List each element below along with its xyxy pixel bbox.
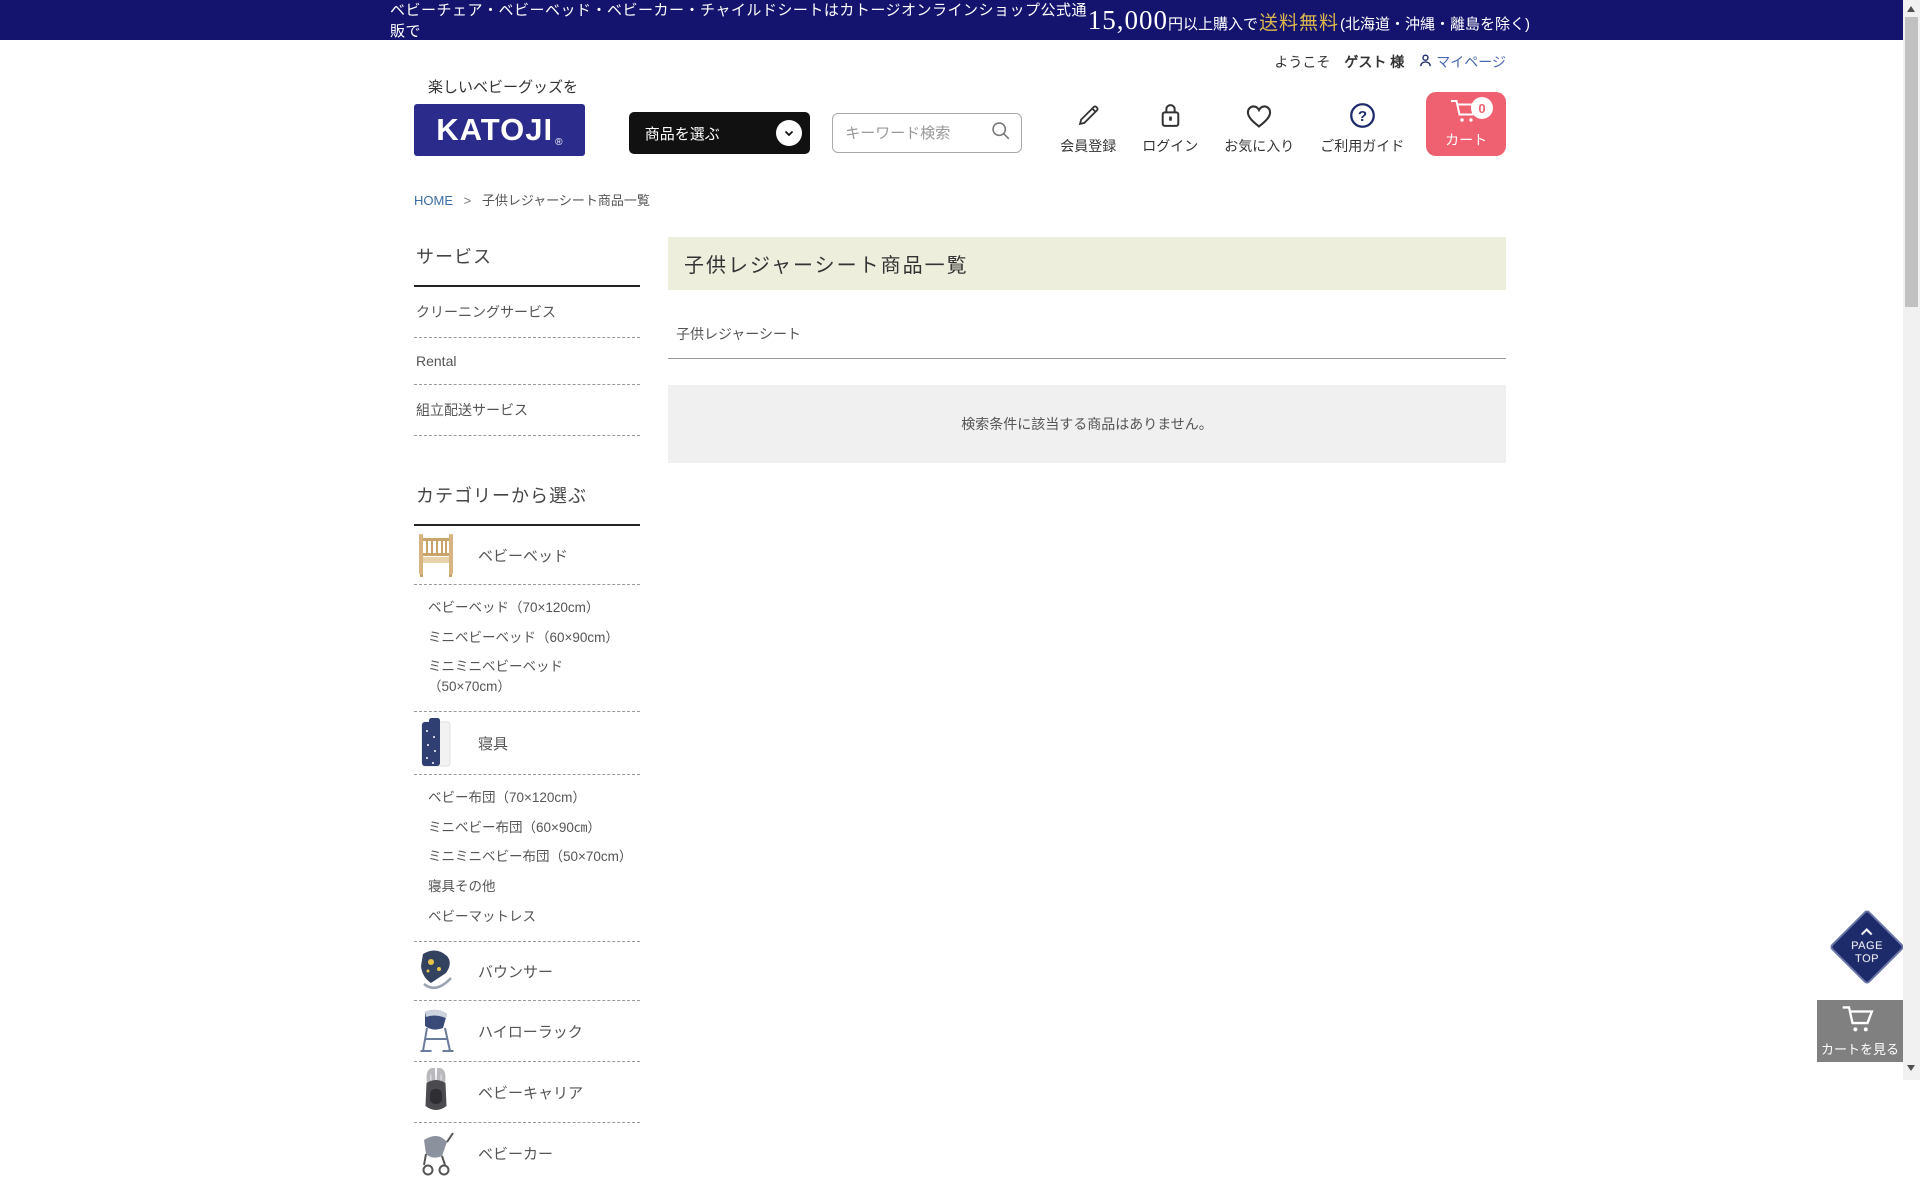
guide-button[interactable]: ? ご利用ガイド — [1320, 102, 1404, 156]
katoji-logo[interactable]: KATOJI ® — [414, 104, 585, 156]
breadcrumb-separator: > — [464, 193, 472, 208]
baby-carrier-image — [416, 1068, 456, 1116]
scroll-down-arrow-icon[interactable] — [1907, 1065, 1915, 1071]
scroll-up-arrow-icon[interactable] — [1907, 6, 1915, 12]
promo-note: (北海道・沖縄・離島を除く) — [1340, 13, 1530, 34]
promo-bar: ベビーチェア・ベビーベッド・ベビーカー・チャイルドシートはカトージオンラインショ… — [0, 0, 1920, 40]
promo-bar-message: ベビーチェア・ベビーベッド・ベビーカー・チャイルドシートはカトージオンラインショ… — [390, 0, 1088, 41]
page-top-button[interactable]: PAGE TOP — [1829, 909, 1905, 985]
logo-text: KATOJI — [436, 112, 553, 148]
favorites-button[interactable]: お気に入り — [1224, 103, 1294, 156]
promo-amount: 15,000 — [1088, 5, 1168, 36]
sidebar-category-bedding[interactable]: 寝具 — [414, 712, 640, 775]
cart-count-badge: 0 — [1471, 97, 1493, 119]
page-title: 子供レジャーシート商品一覧 — [668, 237, 1506, 290]
page-top-label-2: TOP — [1855, 954, 1879, 967]
sidebar-item-rental[interactable]: Rental — [414, 338, 640, 385]
chevron-down-icon — [776, 120, 802, 146]
guide-label: ご利用ガイド — [1320, 136, 1404, 156]
search-icon[interactable] — [990, 120, 1011, 146]
scrollbar-thumb[interactable] — [1905, 17, 1918, 307]
bouncer-image — [416, 948, 456, 994]
login-button[interactable]: ログイン — [1142, 102, 1198, 156]
svg-text:?: ? — [1358, 108, 1367, 125]
welcome-text: ようこそ — [1274, 52, 1330, 72]
sidebar: サービス クリーニングサービス Rental 組立配送サービス カテゴリーから選… — [414, 237, 640, 1183]
guest-name: ゲスト 様 — [1344, 52, 1404, 72]
futon-image — [416, 718, 456, 768]
chevron-up-icon — [1860, 927, 1873, 940]
sidebar-category-baby-bed[interactable]: ベビーベッド — [414, 526, 640, 585]
crib-image — [416, 532, 456, 578]
favorites-label: お気に入り — [1224, 136, 1294, 156]
category-heading: カテゴリーから選ぶ — [414, 476, 640, 526]
header-nav: 会員登録 ログイン お気に入り — [1060, 102, 1404, 156]
search-input[interactable] — [843, 124, 990, 143]
register-button[interactable]: 会員登録 — [1060, 102, 1116, 156]
registered-mark: ® — [555, 137, 562, 148]
category-label: ベビーカー — [478, 1143, 553, 1164]
sidebar-item-baby-futon-70x120[interactable]: ベビー布団（70×120cm） — [426, 783, 640, 813]
tagline: 楽しいベビーグッズを — [428, 76, 585, 97]
category-label: バウンサー — [478, 961, 553, 982]
cart-button[interactable]: カート 0 — [1426, 92, 1506, 156]
free-shipping-highlight: 送料無料 — [1259, 8, 1339, 35]
lock-icon — [1158, 102, 1183, 129]
category-label: 寝具 — [478, 733, 508, 754]
main-content: 子供レジャーシート商品一覧 子供レジャーシート 検索条件に該当する商品はありませ… — [668, 237, 1506, 463]
sidebar-item-cleaning-service[interactable]: クリーニングサービス — [414, 287, 640, 338]
pencil-icon — [1075, 102, 1102, 129]
sidebar-category-highlow-rack[interactable]: ハイローラック — [414, 1001, 640, 1062]
mypage-label: マイページ — [1436, 52, 1506, 72]
promo-unit-text: 円以上購入で — [1168, 13, 1258, 34]
breadcrumb-current: 子供レジャーシート商品一覧 — [482, 193, 650, 208]
mypage-link[interactable]: マイページ — [1418, 52, 1506, 72]
baby-bed-sub-list: ベビーベッド（70×120cm） ミニベビーベッド（60×90cm） ミニミニベ… — [414, 585, 640, 712]
page-top-label-1: PAGE — [1851, 940, 1883, 953]
breadcrumb: HOME > 子供レジャーシート商品一覧 — [414, 190, 1506, 209]
product-select-dropdown[interactable]: 商品を選ぶ — [629, 112, 811, 154]
vertical-scrollbar[interactable] — [1903, 0, 1920, 1080]
service-list: クリーニングサービス Rental 組立配送サービス — [414, 287, 640, 436]
bedding-sub-list: ベビー布団（70×120cm） ミニベビー布団（60×90㎝） ミニミニベビー布… — [414, 775, 640, 942]
sidebar-item-assembly-delivery[interactable]: 組立配送サービス — [414, 385, 640, 436]
sidebar-category-stroller[interactable]: ベビーカー — [414, 1123, 640, 1183]
cart-label: カート — [1445, 130, 1487, 150]
sidebar-item-minimini-baby-futon-50x70[interactable]: ミニミニベビー布団（50×70cm） — [426, 842, 640, 872]
category-label: ハイローラック — [478, 1021, 583, 1042]
welcome-row: ようこそ ゲスト 様 マイページ — [1274, 52, 1506, 72]
view-cart-label: カートを見る — [1821, 1039, 1899, 1058]
highlow-rack-image — [416, 1007, 456, 1055]
view-cart-button[interactable]: カートを見る — [1817, 1000, 1903, 1062]
category-label: ベビーキャリア — [478, 1082, 583, 1103]
cart-icon — [1840, 1004, 1880, 1037]
sidebar-item-mini-baby-bed-60x90[interactable]: ミニベビーベッド（60×90cm） — [426, 623, 640, 653]
search-box — [832, 113, 1022, 153]
person-icon — [1418, 53, 1433, 71]
site-header: ようこそ ゲスト 様 マイページ 楽しいベビーグッズを KATOJI ® 商品を… — [414, 40, 1506, 176]
question-icon: ? — [1349, 102, 1376, 129]
stroller-image — [416, 1129, 456, 1177]
service-heading: サービス — [414, 237, 640, 287]
sidebar-item-minimini-baby-bed-50x70[interactable]: ミニミニベビーベッド（50×70cm） — [426, 652, 640, 701]
sidebar-item-mini-baby-futon-60x90[interactable]: ミニベビー布団（60×90㎝） — [426, 813, 640, 843]
sidebar-item-bedding-other[interactable]: 寝具その他 — [426, 872, 640, 902]
heart-icon — [1245, 103, 1273, 129]
sidebar-item-baby-mattress[interactable]: ベビーマットレス — [426, 902, 640, 932]
no-results-message: 検索条件に該当する商品はありません。 — [668, 385, 1506, 463]
section-label: 子供レジャーシート — [668, 324, 1506, 359]
register-label: 会員登録 — [1060, 136, 1116, 156]
breadcrumb-home-link[interactable]: HOME — [414, 193, 453, 208]
sidebar-category-bouncer[interactable]: バウンサー — [414, 942, 640, 1001]
free-shipping-promo: 15,000 円以上購入で 送料無料 (北海道・沖縄・離島を除く) — [1088, 5, 1530, 36]
sidebar-category-baby-carrier[interactable]: ベビーキャリア — [414, 1062, 640, 1123]
category-label: ベビーベッド — [478, 545, 568, 566]
login-label: ログイン — [1142, 136, 1198, 156]
sidebar-item-baby-bed-70x120[interactable]: ベビーベッド（70×120cm） — [426, 593, 640, 623]
product-select-label: 商品を選ぶ — [645, 123, 720, 144]
